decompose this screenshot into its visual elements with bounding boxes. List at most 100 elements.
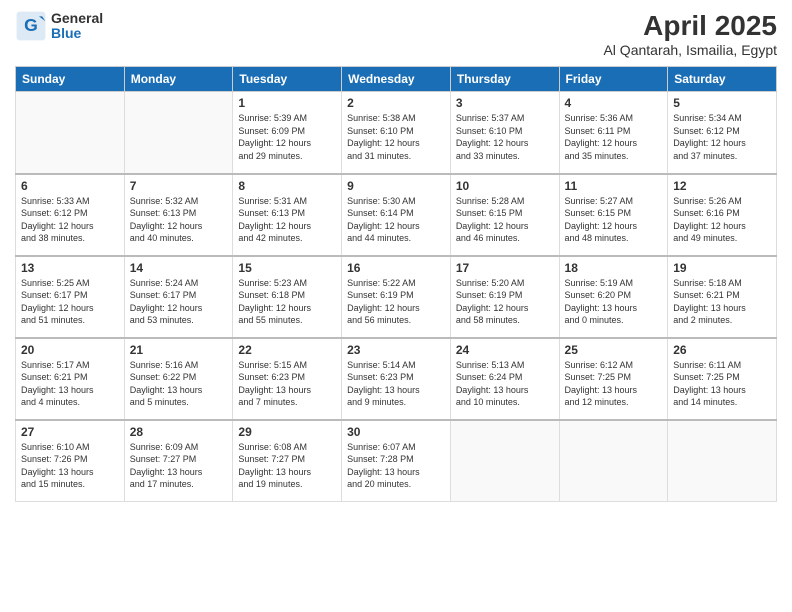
day-number-w0-d2: 1 [238,96,336,110]
week-row-4: 27 Sunrise: 6:10 AM Sunset: 7:26 PM Dayli… [16,420,777,502]
day-info-w2-d1: Sunrise: 5:24 AM Sunset: 6:17 PM Dayligh… [130,277,228,327]
header-monday: Monday [124,67,233,92]
day-info-w4-d3: Sunrise: 6:07 AM Sunset: 7:28 PM Dayligh… [347,441,445,491]
day-info-w3-d4: Sunrise: 5:13 AM Sunset: 6:24 PM Dayligh… [456,359,554,409]
day-number-w0-d5: 4 [565,96,663,110]
week-row-3: 20 Sunrise: 5:17 AM Sunset: 6:21 PM Dayli… [16,338,777,420]
calendar-cell-w4-d5 [559,420,668,502]
day-info-w2-d4: Sunrise: 5:20 AM Sunset: 6:19 PM Dayligh… [456,277,554,327]
calendar-cell-w4-d2: 29 Sunrise: 6:08 AM Sunset: 7:27 PM Dayli… [233,420,342,502]
calendar-cell-w0-d6: 5 Sunrise: 5:34 AM Sunset: 6:12 PM Daylig… [668,92,777,174]
logo-text: General Blue [51,11,103,42]
day-number-w3-d2: 22 [238,343,336,357]
calendar-cell-w4-d1: 28 Sunrise: 6:09 AM Sunset: 7:27 PM Dayli… [124,420,233,502]
day-number-w4-d2: 29 [238,425,336,439]
day-number-w1-d2: 8 [238,179,336,193]
day-number-w1-d3: 9 [347,179,445,193]
day-number-w3-d4: 24 [456,343,554,357]
calendar: Sunday Monday Tuesday Wednesday Thursday… [15,66,777,502]
day-info-w2-d5: Sunrise: 5:19 AM Sunset: 6:20 PM Dayligh… [565,277,663,327]
day-number-w1-d5: 11 [565,179,663,193]
day-info-w1-d2: Sunrise: 5:31 AM Sunset: 6:13 PM Dayligh… [238,195,336,245]
calendar-cell-w1-d6: 12 Sunrise: 5:26 AM Sunset: 6:16 PM Dayli… [668,174,777,256]
day-info-w1-d5: Sunrise: 5:27 AM Sunset: 6:15 PM Dayligh… [565,195,663,245]
day-info-w1-d4: Sunrise: 5:28 AM Sunset: 6:15 PM Dayligh… [456,195,554,245]
calendar-cell-w4-d4 [450,420,559,502]
calendar-cell-w2-d6: 19Sunrise: 5:18 AM Sunset: 6:21 PM Dayli… [668,256,777,338]
day-info-w0-d6: Sunrise: 5:34 AM Sunset: 6:12 PM Dayligh… [673,112,771,162]
calendar-cell-w0-d3: 2 Sunrise: 5:38 AM Sunset: 6:10 PM Daylig… [342,92,451,174]
day-info-w1-d0: Sunrise: 5:33 AM Sunset: 6:12 PM Dayligh… [21,195,119,245]
header-wednesday: Wednesday [342,67,451,92]
day-number-w2-d4: 17 [456,261,554,275]
day-info-w2-d3: Sunrise: 5:22 AM Sunset: 6:19 PM Dayligh… [347,277,445,327]
day-info-w1-d3: Sunrise: 5:30 AM Sunset: 6:14 PM Dayligh… [347,195,445,245]
header-saturday: Saturday [668,67,777,92]
calendar-cell-w0-d1 [124,92,233,174]
day-number-w0-d4: 3 [456,96,554,110]
week-row-2: 13 Sunrise: 5:25 AM Sunset: 6:17 PM Dayli… [16,256,777,338]
calendar-cell-w1-d0: 6Sunrise: 5:33 AM Sunset: 6:12 PM Daylig… [16,174,125,256]
calendar-cell-w1-d4: 10Sunrise: 5:28 AM Sunset: 6:15 PM Dayli… [450,174,559,256]
day-number-w1-d6: 12 [673,179,771,193]
day-info-w1-d1: Sunrise: 5:32 AM Sunset: 6:13 PM Dayligh… [130,195,228,245]
day-number-w4-d1: 28 [130,425,228,439]
calendar-cell-w0-d5: 4 Sunrise: 5:36 AM Sunset: 6:11 PM Daylig… [559,92,668,174]
day-info-w4-d1: Sunrise: 6:09 AM Sunset: 7:27 PM Dayligh… [130,441,228,491]
calendar-cell-w2-d1: 14 Sunrise: 5:24 AM Sunset: 6:17 PM Dayli… [124,256,233,338]
header-friday: Friday [559,67,668,92]
week-row-0: 1 Sunrise: 5:39 AM Sunset: 6:09 PM Daylig… [16,92,777,174]
day-number-w2-d2: 15 [238,261,336,275]
day-number-w3-d3: 23 [347,343,445,357]
week-row-1: 6Sunrise: 5:33 AM Sunset: 6:12 PM Daylig… [16,174,777,256]
day-info-w3-d3: Sunrise: 5:14 AM Sunset: 6:23 PM Dayligh… [347,359,445,409]
day-info-w0-d4: Sunrise: 5:37 AM Sunset: 6:10 PM Dayligh… [456,112,554,162]
calendar-cell-w2-d4: 17 Sunrise: 5:20 AM Sunset: 6:19 PM Dayli… [450,256,559,338]
logo-general-text: General [51,11,103,26]
calendar-cell-w2-d5: 18Sunrise: 5:19 AM Sunset: 6:20 PM Dayli… [559,256,668,338]
day-info-w2-d2: Sunrise: 5:23 AM Sunset: 6:18 PM Dayligh… [238,277,336,327]
day-number-w0-d6: 5 [673,96,771,110]
day-number-w1-d1: 7 [130,179,228,193]
calendar-cell-w2-d0: 13 Sunrise: 5:25 AM Sunset: 6:17 PM Dayli… [16,256,125,338]
calendar-cell-w1-d3: 9 Sunrise: 5:30 AM Sunset: 6:14 PM Daylig… [342,174,451,256]
day-number-w3-d6: 26 [673,343,771,357]
calendar-cell-w3-d4: 24 Sunrise: 5:13 AM Sunset: 6:24 PM Dayli… [450,338,559,420]
day-info-w1-d6: Sunrise: 5:26 AM Sunset: 6:16 PM Dayligh… [673,195,771,245]
calendar-cell-w4-d0: 27 Sunrise: 6:10 AM Sunset: 7:26 PM Dayli… [16,420,125,502]
day-info-w3-d0: Sunrise: 5:17 AM Sunset: 6:21 PM Dayligh… [21,359,119,409]
calendar-cell-w1-d1: 7 Sunrise: 5:32 AM Sunset: 6:13 PM Daylig… [124,174,233,256]
header-sunday: Sunday [16,67,125,92]
day-info-w0-d3: Sunrise: 5:38 AM Sunset: 6:10 PM Dayligh… [347,112,445,162]
day-info-w2-d6: Sunrise: 5:18 AM Sunset: 6:21 PM Dayligh… [673,277,771,327]
day-number-w2-d0: 13 [21,261,119,275]
calendar-cell-w4-d6 [668,420,777,502]
title-block: April 2025 Al Qantarah, Ismailia, Egypt [603,10,777,58]
day-number-w4-d3: 30 [347,425,445,439]
day-info-w2-d0: Sunrise: 5:25 AM Sunset: 6:17 PM Dayligh… [21,277,119,327]
calendar-cell-w3-d1: 21Sunrise: 5:16 AM Sunset: 6:22 PM Dayli… [124,338,233,420]
day-info-w0-d2: Sunrise: 5:39 AM Sunset: 6:09 PM Dayligh… [238,112,336,162]
header-thursday: Thursday [450,67,559,92]
header: G General Blue April 2025 Al Qantarah, I… [15,10,777,58]
day-number-w2-d1: 14 [130,261,228,275]
svg-text:G: G [24,15,38,35]
weekday-header-row: Sunday Monday Tuesday Wednesday Thursday… [16,67,777,92]
calendar-cell-w4-d3: 30 Sunrise: 6:07 AM Sunset: 7:28 PM Dayli… [342,420,451,502]
calendar-cell-w2-d3: 16Sunrise: 5:22 AM Sunset: 6:19 PM Dayli… [342,256,451,338]
calendar-cell-w3-d5: 25Sunrise: 6:12 AM Sunset: 7:25 PM Dayli… [559,338,668,420]
day-number-w0-d3: 2 [347,96,445,110]
calendar-cell-w0-d2: 1 Sunrise: 5:39 AM Sunset: 6:09 PM Daylig… [233,92,342,174]
day-info-w4-d0: Sunrise: 6:10 AM Sunset: 7:26 PM Dayligh… [21,441,119,491]
day-info-w3-d5: Sunrise: 6:12 AM Sunset: 7:25 PM Dayligh… [565,359,663,409]
header-tuesday: Tuesday [233,67,342,92]
logo-blue-text: Blue [51,26,103,41]
day-number-w3-d0: 20 [21,343,119,357]
day-info-w4-d2: Sunrise: 6:08 AM Sunset: 7:27 PM Dayligh… [238,441,336,491]
day-info-w3-d1: Sunrise: 5:16 AM Sunset: 6:22 PM Dayligh… [130,359,228,409]
day-info-w3-d6: Sunrise: 6:11 AM Sunset: 7:25 PM Dayligh… [673,359,771,409]
day-number-w4-d0: 27 [21,425,119,439]
calendar-cell-w0-d0 [16,92,125,174]
page-container: G General Blue April 2025 Al Qantarah, I… [0,0,792,612]
day-info-w0-d5: Sunrise: 5:36 AM Sunset: 6:11 PM Dayligh… [565,112,663,162]
